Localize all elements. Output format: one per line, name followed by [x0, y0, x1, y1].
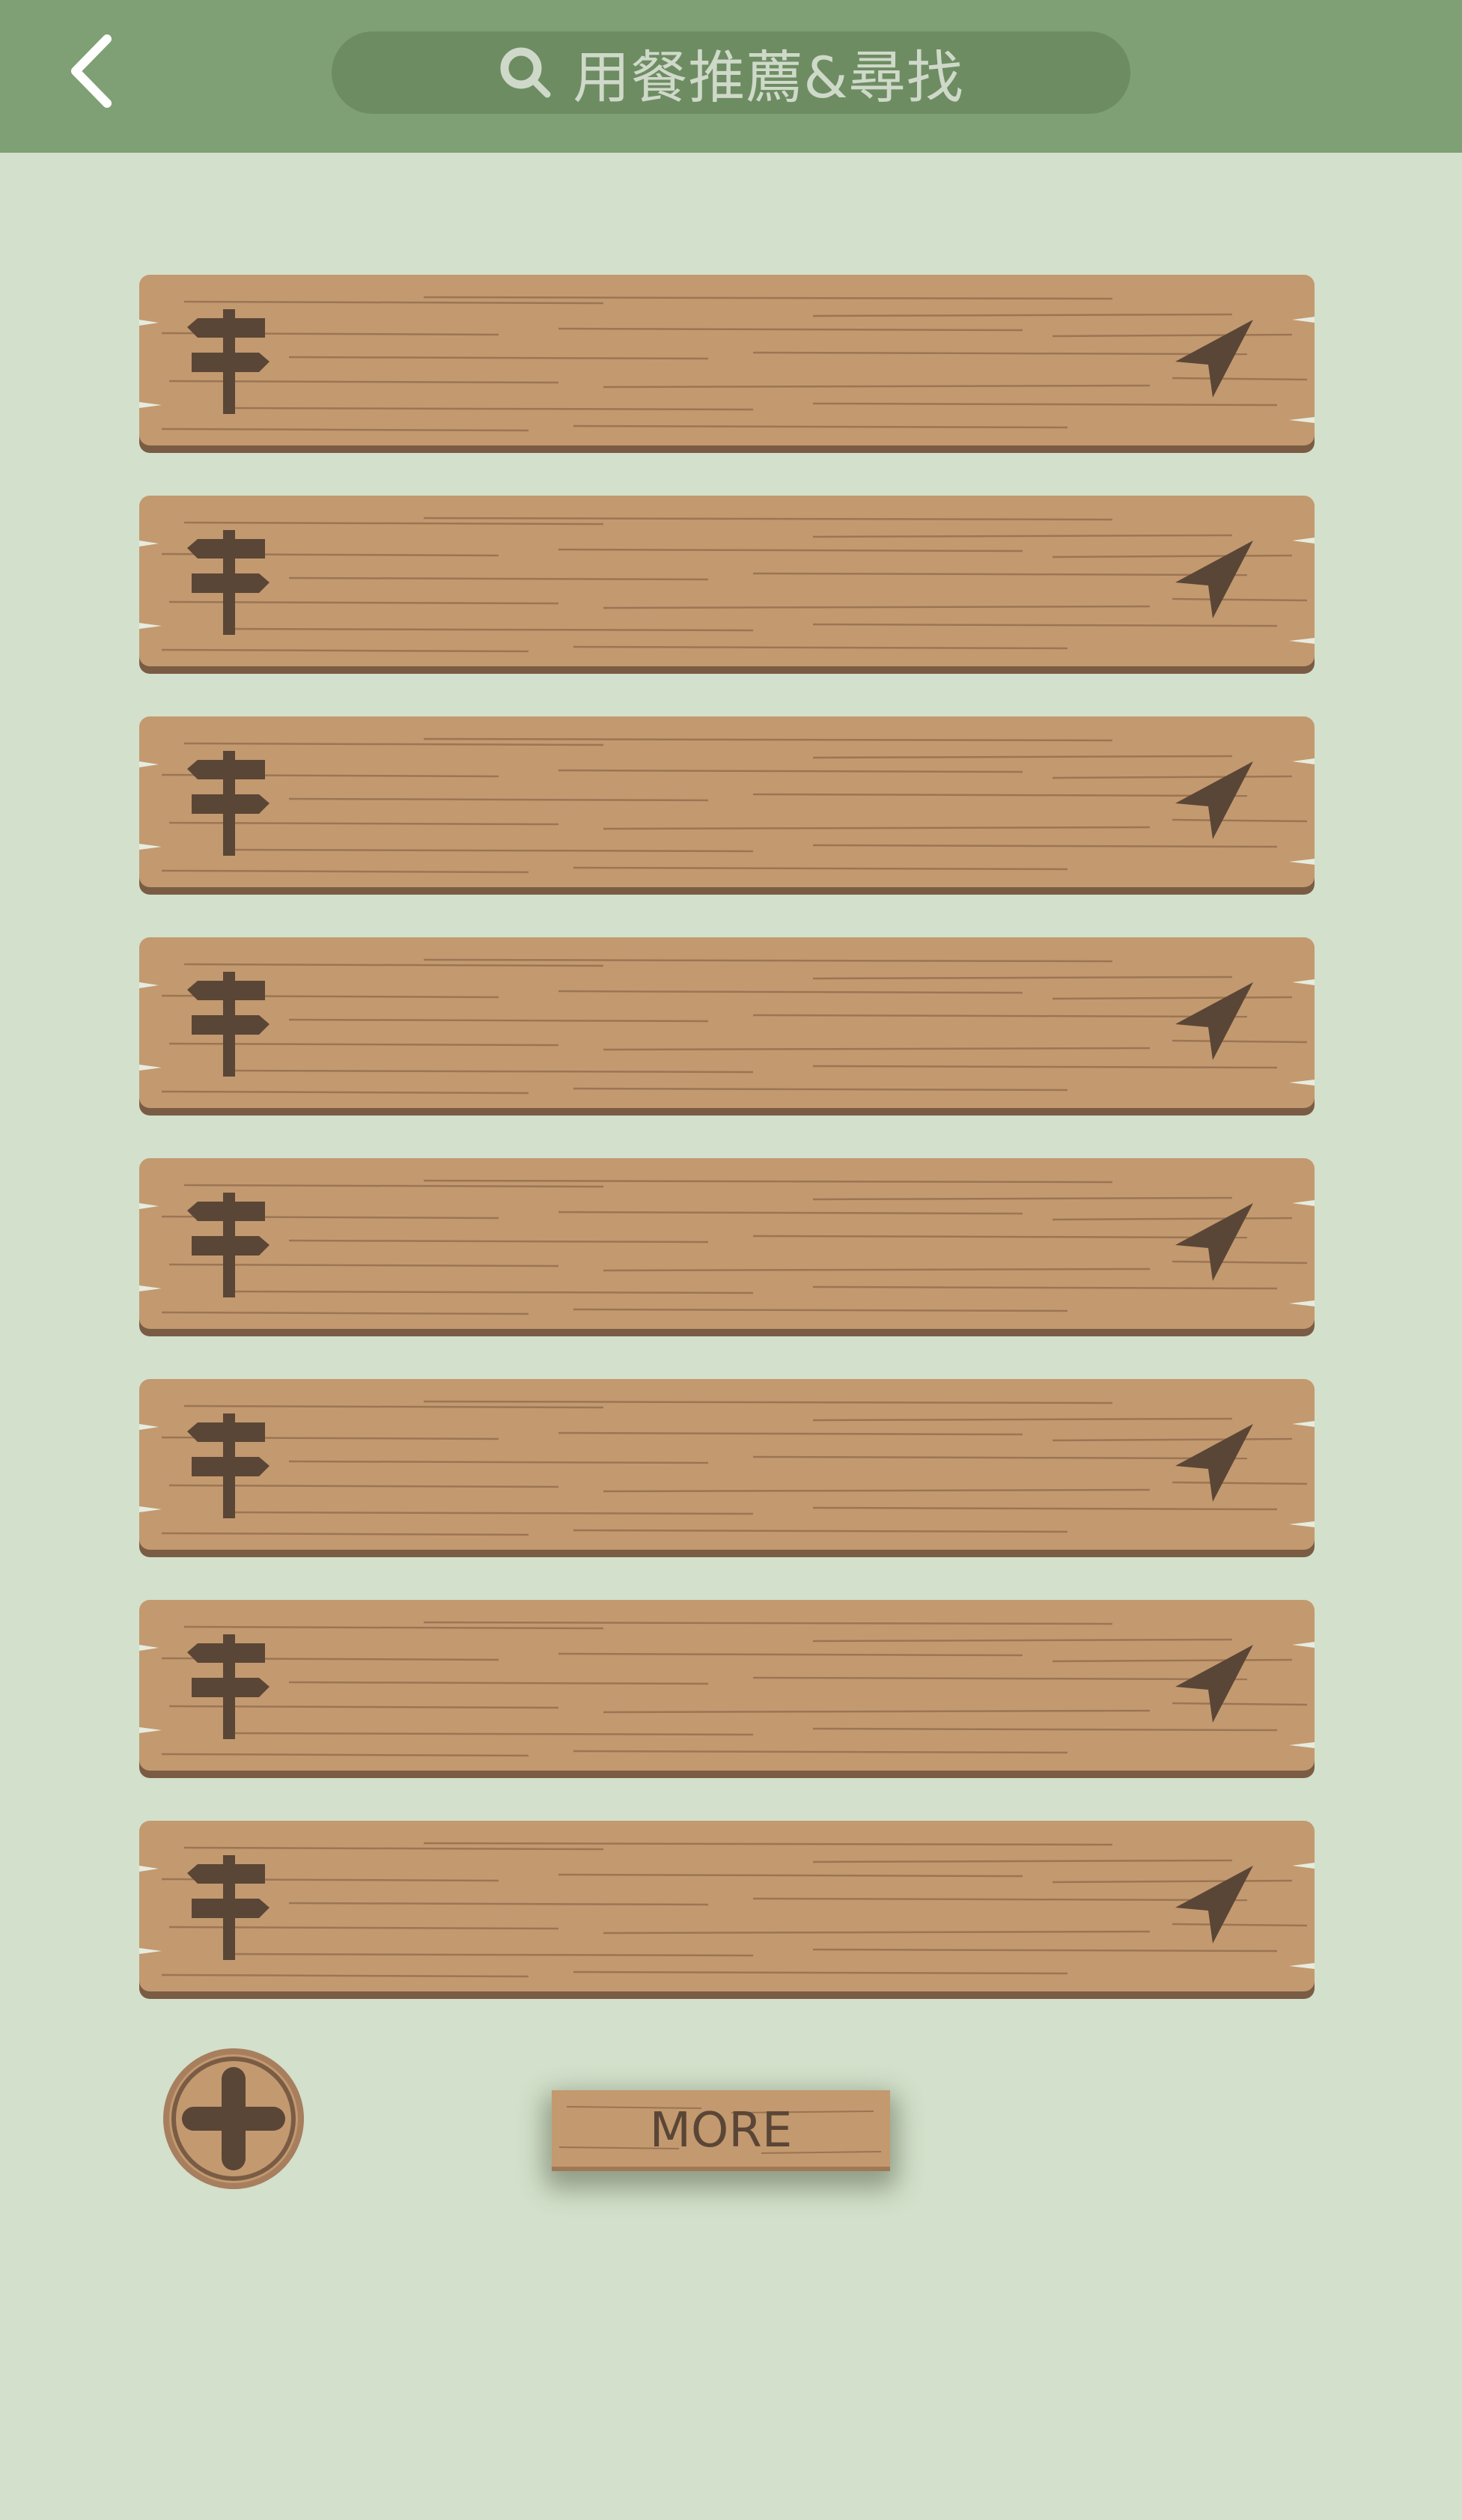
more-button[interactable]: MORE — [552, 2090, 890, 2171]
signpost-icon-wrap — [187, 530, 277, 638]
signpost-icon-wrap — [187, 309, 277, 417]
signpost-icon — [187, 1413, 269, 1518]
search-bar[interactable]: 用餐推薦&尋找 — [332, 31, 1130, 114]
chevron-left-icon — [71, 34, 112, 108]
signpost-icon-wrap — [187, 972, 277, 1080]
navigation-arrow-icon — [1175, 1203, 1253, 1281]
signpost-icon — [187, 1634, 269, 1739]
top-bar: 用餐推薦&尋找 — [0, 0, 1462, 153]
restaurant-list-item[interactable] — [139, 496, 1315, 674]
navigate-button[interactable] — [1172, 981, 1255, 1066]
signpost-icon — [187, 1193, 269, 1297]
signpost-icon — [187, 309, 269, 414]
restaurant-list-item[interactable] — [139, 1158, 1315, 1336]
signpost-icon — [187, 530, 269, 635]
restaurant-list-item[interactable] — [139, 1821, 1315, 1999]
more-button-label: MORE — [649, 2103, 793, 2158]
restaurant-list-item[interactable] — [139, 716, 1315, 895]
add-button[interactable] — [162, 2046, 305, 2191]
signpost-icon-wrap — [187, 1855, 277, 1963]
back-button[interactable] — [52, 30, 135, 112]
navigation-arrow-icon — [1175, 320, 1253, 398]
plank-wood — [139, 1158, 1315, 1336]
signpost-icon-wrap — [187, 1193, 277, 1300]
navigation-arrow-icon — [1175, 982, 1253, 1060]
plus-icon — [163, 2048, 304, 2189]
navigation-arrow-icon — [1175, 541, 1253, 618]
navigation-arrow-icon — [1175, 761, 1253, 839]
navigate-button[interactable] — [1172, 760, 1255, 845]
plank-wood — [139, 716, 1315, 895]
restaurant-list-item[interactable] — [139, 1600, 1315, 1778]
navigate-button[interactable] — [1172, 539, 1255, 624]
navigation-arrow-icon — [1175, 1866, 1253, 1944]
signpost-icon — [187, 751, 269, 856]
navigate-button[interactable] — [1172, 1202, 1255, 1287]
plank-wood — [139, 1600, 1315, 1778]
search-icon — [500, 47, 551, 98]
restaurant-list-item[interactable] — [139, 275, 1315, 453]
navigate-button[interactable] — [1172, 1643, 1255, 1729]
plank-wood — [139, 937, 1315, 1116]
plank-wood — [139, 275, 1315, 453]
search-placeholder: 用餐推薦&尋找 — [573, 44, 964, 111]
navigate-button[interactable] — [1172, 318, 1255, 404]
navigation-arrow-icon — [1175, 1645, 1253, 1723]
restaurant-list-item[interactable] — [139, 937, 1315, 1116]
signpost-icon-wrap — [187, 751, 277, 859]
navigate-button[interactable] — [1172, 1864, 1255, 1950]
plank-wood — [139, 1821, 1315, 1999]
navigation-arrow-icon — [1175, 1424, 1253, 1502]
plank-wood — [139, 496, 1315, 674]
signpost-icon — [187, 1855, 269, 1960]
signpost-icon-wrap — [187, 1413, 277, 1521]
plank-wood — [139, 1379, 1315, 1557]
signpost-icon-wrap — [187, 1634, 277, 1742]
signpost-icon — [187, 972, 269, 1077]
restaurant-list-item[interactable] — [139, 1379, 1315, 1557]
navigate-button[interactable] — [1172, 1422, 1255, 1508]
